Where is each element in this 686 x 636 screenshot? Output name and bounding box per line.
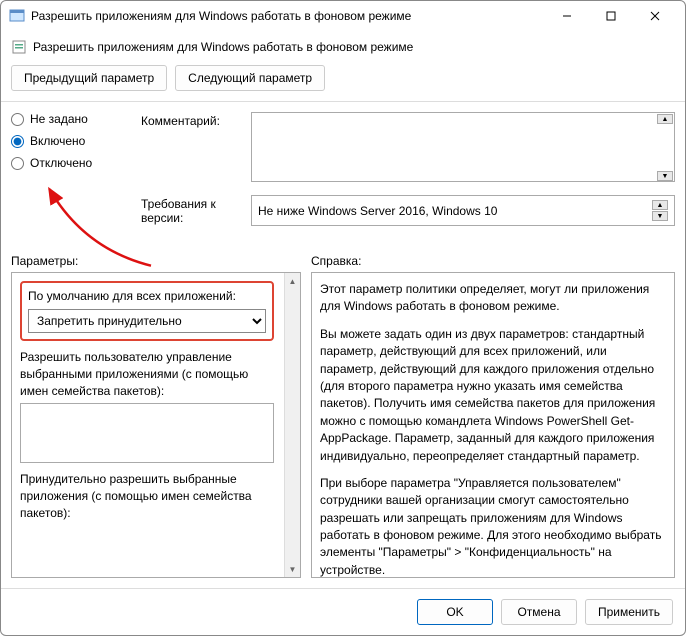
options-panel: По умолчанию для всех приложений: Запрет… (11, 272, 301, 578)
radio-enabled[interactable]: Включено (11, 134, 121, 148)
options-scroll-up[interactable]: ▲ (285, 273, 300, 289)
help-label: Справка: (311, 254, 361, 268)
comment-scroll-up[interactable]: ▲ (657, 114, 673, 124)
prev-setting-button[interactable]: Предыдущий параметр (11, 65, 167, 91)
allow-user-label: Разрешить пользователю управление выбран… (20, 349, 274, 399)
radio-not-configured-label: Не задано (30, 112, 88, 126)
help-paragraph-2: Вы можете задать один из двух параметров… (320, 326, 666, 465)
title-bar: Разрешить приложениям для Windows работа… (1, 1, 685, 31)
ok-button[interactable]: OK (417, 599, 493, 625)
default-option-select[interactable]: Запретить принудительно (28, 309, 266, 333)
help-paragraph-3: При выборе параметра "Управляется пользо… (320, 475, 666, 578)
nav-row: Предыдущий параметр Следующий параметр (1, 59, 685, 102)
version-scroll-down[interactable]: ▼ (652, 211, 668, 221)
radio-disabled-label: Отключено (30, 156, 92, 170)
minimize-button[interactable] (545, 1, 589, 31)
force-allow-label: Принудительно разрешить выбранные прилож… (20, 471, 274, 521)
comment-scroll-down[interactable]: ▼ (657, 171, 673, 181)
comment-label: Комментарий: (141, 112, 251, 128)
radio-not-configured[interactable]: Не задано (11, 112, 121, 126)
version-label: Требования к версии: (141, 195, 251, 225)
close-button[interactable] (633, 1, 677, 31)
version-scroll-up[interactable]: ▲ (652, 200, 668, 210)
state-radio-group: Не задано Включено Отключено (11, 112, 121, 236)
maximize-button[interactable] (589, 1, 633, 31)
comment-textarea[interactable] (251, 112, 675, 182)
dialog-buttons: OK Отмена Применить (1, 588, 685, 635)
radio-disabled[interactable]: Отключено (11, 156, 121, 170)
options-scroll-down[interactable]: ▼ (285, 561, 300, 577)
window-title: Разрешить приложениям для Windows работа… (31, 9, 545, 23)
default-option-label: По умолчанию для всех приложений: (28, 289, 266, 303)
cancel-button[interactable]: Отмена (501, 599, 577, 625)
apply-button[interactable]: Применить (585, 599, 673, 625)
options-scrollbar[interactable]: ▲ ▼ (284, 273, 300, 577)
next-setting-button[interactable]: Следующий параметр (175, 65, 325, 91)
default-option-highlight: По умолчанию для всех приложений: Запрет… (20, 281, 274, 341)
options-label: Параметры: (11, 254, 301, 268)
help-panel: Этот параметр политики определяет, могут… (311, 272, 675, 578)
allow-user-listbox[interactable] (20, 403, 274, 463)
policy-icon (11, 39, 27, 55)
radio-enabled-label: Включено (30, 134, 85, 148)
version-value: Не ниже Windows Server 2016, Windows 10 (258, 204, 497, 218)
help-paragraph-1: Этот параметр политики определяет, могут… (320, 281, 666, 316)
policy-title: Разрешить приложениям для Windows работа… (33, 40, 413, 54)
version-box: Не ниже Windows Server 2016, Windows 10 … (251, 195, 675, 226)
policy-header: Разрешить приложениям для Windows работа… (1, 31, 685, 59)
app-icon (9, 8, 25, 24)
